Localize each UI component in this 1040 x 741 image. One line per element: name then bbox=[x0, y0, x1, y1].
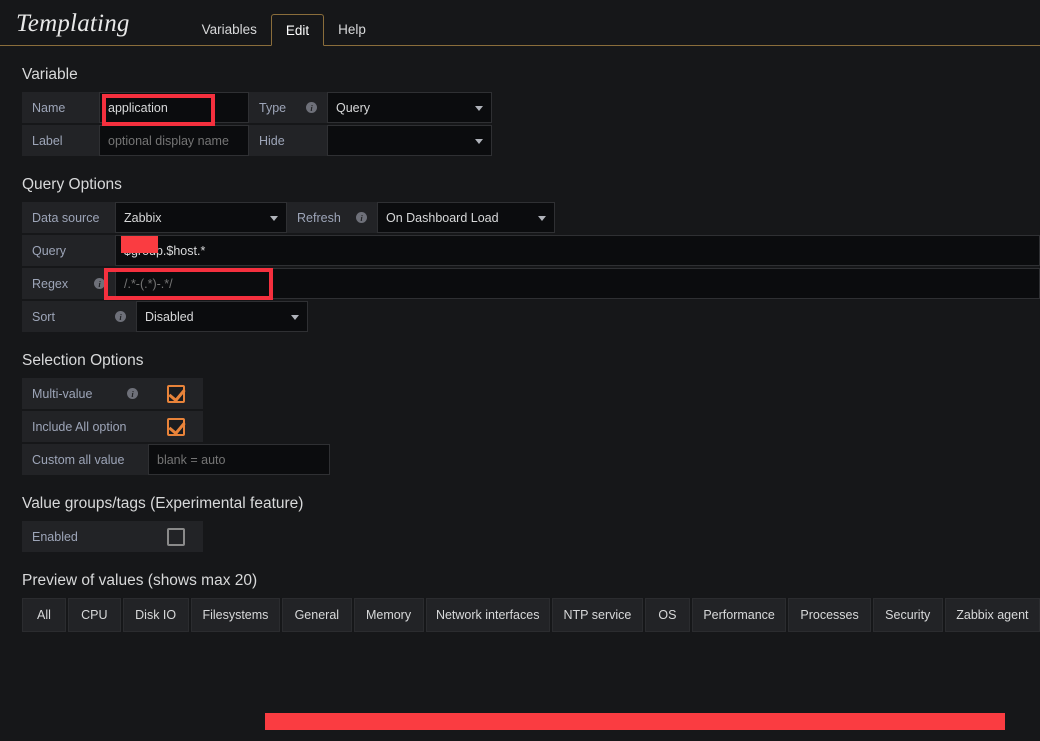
label-label: Label bbox=[22, 125, 99, 156]
regex-row: Regex i bbox=[22, 268, 1040, 299]
edit-form: Variable Name Type i Query Label Hide Qu… bbox=[0, 66, 1040, 632]
selection-options-section-title: Selection Options bbox=[22, 352, 144, 369]
preview-value-item[interactable]: Processes bbox=[788, 598, 871, 632]
multivalue-label-text: Multi-value bbox=[32, 386, 93, 401]
label-input-wrap bbox=[99, 125, 249, 156]
refresh-label-text: Refresh bbox=[297, 210, 341, 225]
custom-all-label: Custom all value bbox=[22, 444, 148, 475]
preview-value-item[interactable]: Disk IO bbox=[122, 598, 189, 632]
hide-label: Hide bbox=[249, 125, 327, 156]
variable-section-title: Variable bbox=[22, 66, 78, 83]
datasource-row: Data source Zabbix Refresh i On Dashboar… bbox=[22, 202, 1040, 233]
page-header: Templating Variables Edit Help bbox=[0, 0, 1040, 46]
refresh-select-value: On Dashboard Load bbox=[386, 210, 499, 225]
name-input-wrap bbox=[99, 92, 249, 123]
enabled-label: Enabled bbox=[22, 521, 148, 552]
regex-input-wrap bbox=[115, 268, 1040, 299]
preview-value-item[interactable]: CPU bbox=[68, 598, 121, 632]
include-all-label: Include All option bbox=[22, 411, 148, 442]
multivalue-info-icon[interactable]: i bbox=[117, 388, 138, 399]
sort-select[interactable]: Disabled bbox=[136, 301, 308, 332]
chevron-down-icon bbox=[538, 215, 546, 221]
value-groups-section-title: Value groups/tags (Experimental feature) bbox=[22, 495, 304, 512]
query-row: Query bbox=[22, 235, 1040, 266]
query-options-section-title: Query Options bbox=[22, 176, 122, 193]
chevron-down-icon bbox=[475, 138, 483, 144]
datasource-select-value: Zabbix bbox=[124, 210, 162, 225]
multivalue-label: Multi-value i bbox=[22, 378, 148, 409]
type-select-value: Query bbox=[336, 100, 371, 115]
query-label: Query bbox=[22, 235, 115, 266]
regex-label: Regex i bbox=[22, 268, 115, 299]
chevron-down-icon bbox=[475, 105, 483, 111]
page-title: Templating bbox=[16, 10, 130, 37]
tab-variables[interactable]: Variables bbox=[188, 14, 271, 46]
include-all-checkbox[interactable] bbox=[148, 411, 203, 442]
preview-value-item[interactable]: Zabbix agent bbox=[944, 598, 1040, 632]
type-label: Type i bbox=[249, 92, 327, 123]
checkbox-icon bbox=[166, 527, 185, 546]
sort-label-text: Sort bbox=[32, 309, 55, 324]
regex-label-text: Regex bbox=[32, 276, 69, 291]
checkmark-icon bbox=[166, 384, 185, 403]
sort-label: Sort i bbox=[22, 301, 136, 332]
chevron-down-icon bbox=[270, 215, 278, 221]
variable-name-row: Name Type i Query bbox=[22, 92, 1040, 123]
redaction-mask-preview bbox=[265, 713, 1005, 730]
sort-row: Sort i Disabled bbox=[22, 301, 1040, 332]
enabled-checkbox[interactable] bbox=[148, 521, 203, 552]
chevron-down-icon bbox=[291, 314, 299, 320]
tab-edit[interactable]: Edit bbox=[270, 14, 325, 46]
multivalue-checkbox[interactable] bbox=[148, 378, 203, 409]
preview-value-item[interactable]: General bbox=[282, 598, 352, 632]
preview-value-item[interactable]: NTP service bbox=[551, 598, 643, 632]
query-input-wrap bbox=[115, 235, 1040, 266]
hide-select[interactable] bbox=[327, 125, 492, 156]
preview-values-list: All CPU Disk IO Filesystems General Memory Net… bbox=[22, 598, 1040, 632]
preview-value-item[interactable]: Performance bbox=[691, 598, 787, 632]
type-select[interactable]: Query bbox=[327, 92, 492, 123]
preview-value-item[interactable]: OS bbox=[645, 598, 690, 632]
regex-input[interactable] bbox=[115, 268, 1040, 299]
refresh-label: Refresh i bbox=[287, 202, 377, 233]
preview-value-item[interactable]: Security bbox=[872, 598, 943, 632]
tab-bar: Variables Edit Help bbox=[188, 0, 380, 46]
custom-all-input-wrap bbox=[148, 444, 330, 475]
type-info-icon[interactable]: i bbox=[296, 102, 317, 113]
variable-label-row: Label Hide bbox=[22, 125, 1040, 156]
sort-select-value: Disabled bbox=[145, 309, 194, 324]
preview-value-item[interactable]: Network interfaces bbox=[425, 598, 550, 632]
name-input[interactable] bbox=[99, 92, 249, 123]
checkmark-icon bbox=[166, 417, 185, 436]
query-input[interactable] bbox=[115, 235, 1040, 266]
tab-help[interactable]: Help bbox=[324, 14, 380, 46]
enabled-row: Enabled bbox=[22, 521, 1040, 552]
preview-value-item[interactable]: Memory bbox=[353, 598, 424, 632]
refresh-info-icon[interactable]: i bbox=[346, 212, 367, 223]
label-input[interactable] bbox=[99, 125, 249, 156]
refresh-select[interactable]: On Dashboard Load bbox=[377, 202, 555, 233]
custom-all-input[interactable] bbox=[148, 444, 330, 475]
name-label: Name bbox=[22, 92, 99, 123]
sort-info-icon[interactable]: i bbox=[105, 311, 126, 322]
multivalue-row: Multi-value i bbox=[22, 378, 1040, 409]
datasource-select[interactable]: Zabbix bbox=[115, 202, 287, 233]
regex-info-icon[interactable]: i bbox=[84, 278, 105, 289]
datasource-label: Data source bbox=[22, 202, 115, 233]
preview-value-item[interactable]: Filesystems bbox=[190, 598, 281, 632]
type-label-text: Type bbox=[259, 100, 287, 115]
include-all-row: Include All option bbox=[22, 411, 1040, 442]
preview-value-item[interactable]: All bbox=[22, 598, 66, 632]
custom-all-row: Custom all value bbox=[22, 444, 1040, 475]
preview-section-title: Preview of values (shows max 20) bbox=[22, 572, 258, 589]
